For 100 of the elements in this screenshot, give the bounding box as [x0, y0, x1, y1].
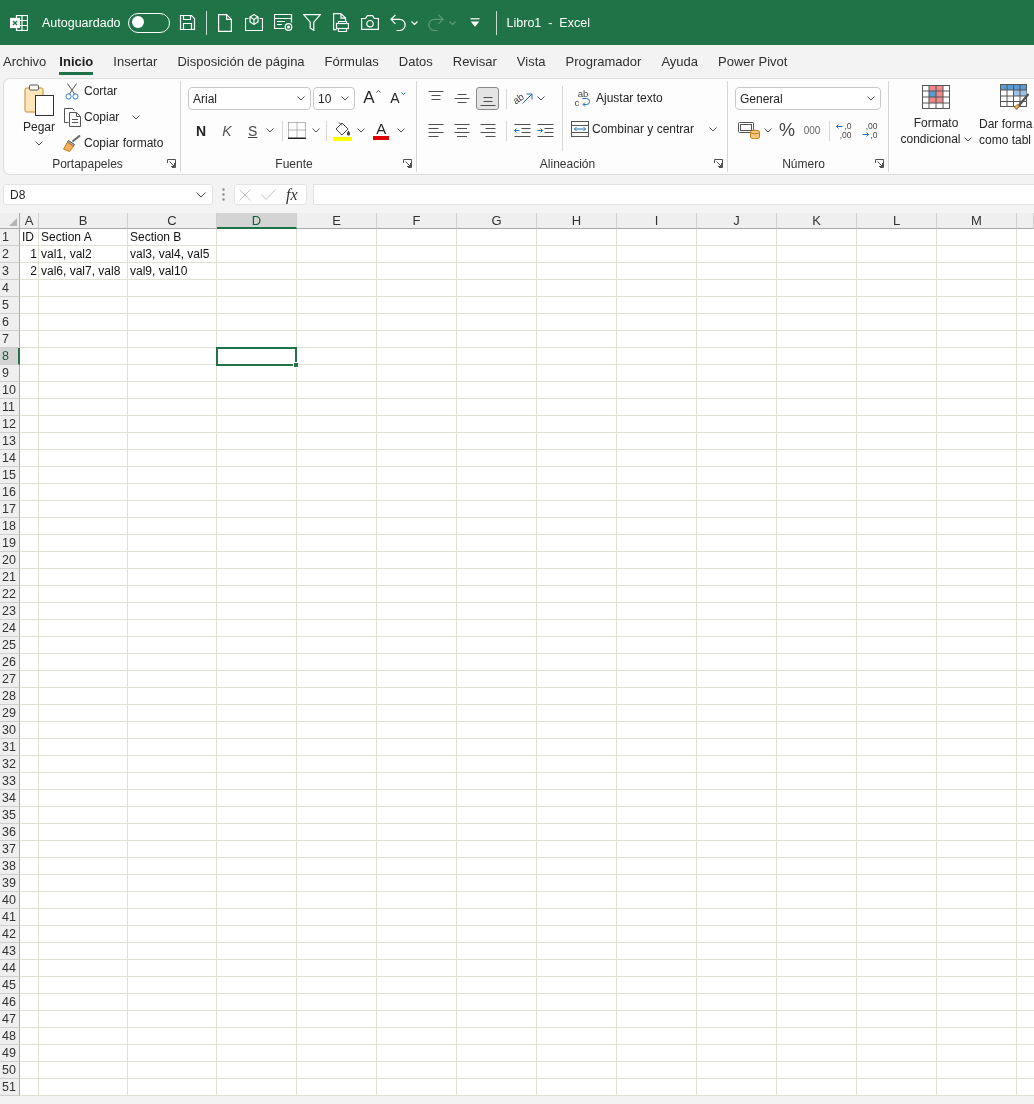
dialog-launcher-button[interactable]	[167, 159, 176, 168]
row-number[interactable]: 20	[0, 552, 20, 569]
column-header[interactable]: E	[297, 213, 377, 229]
dialog-launcher-button[interactable]	[714, 159, 723, 168]
grow-font-button[interactable]: A	[360, 87, 384, 110]
column-header[interactable]: K	[777, 213, 857, 229]
row-number[interactable]: 9	[0, 365, 20, 382]
row-number[interactable]: 8	[0, 348, 20, 365]
ribbon-tab[interactable]: Archivo	[3, 48, 47, 75]
font-size-field[interactable]: 10	[313, 87, 355, 110]
row-number[interactable]: 18	[0, 518, 20, 535]
row-number[interactable]: 6	[0, 314, 20, 331]
dialog-launcher-button[interactable]	[875, 159, 884, 168]
ribbon-tab[interactable]: Revisar	[452, 48, 497, 75]
row-number[interactable]: 41	[0, 909, 20, 926]
borders-button[interactable]	[287, 119, 323, 142]
row-number[interactable]: 30	[0, 722, 20, 739]
cut-button[interactable]: Cortar	[63, 81, 164, 101]
row-number[interactable]: 25	[0, 637, 20, 654]
column-header[interactable]: H	[537, 213, 617, 229]
column-header[interactable]: D	[217, 213, 297, 229]
row-number[interactable]: 11	[0, 399, 20, 416]
row-number[interactable]: 14	[0, 450, 20, 467]
row-number[interactable]: 10	[0, 382, 20, 399]
row-number[interactable]: 19	[0, 535, 20, 552]
row-number[interactable]: 36	[0, 824, 20, 841]
ribbon-tab[interactable]: Insertar	[113, 48, 158, 75]
shrink-font-button[interactable]: A	[386, 87, 410, 110]
thousands-separator-button[interactable]: 000	[799, 119, 825, 142]
row-number[interactable]: 29	[0, 705, 20, 722]
row-number[interactable]: 32	[0, 756, 20, 773]
ribbon-tab[interactable]: Inicio	[59, 48, 94, 75]
insert-function-button[interactable]: fx	[286, 186, 298, 203]
dialog-launcher-button[interactable]	[403, 159, 412, 168]
italic-button[interactable]: K	[214, 119, 240, 142]
row-number[interactable]: 50	[0, 1062, 20, 1079]
column-header[interactable]: G	[457, 213, 537, 229]
paste-button[interactable]: Pegar	[21, 81, 57, 155]
row-number[interactable]: 1	[0, 229, 20, 246]
row-number[interactable]: 7	[0, 331, 20, 348]
row-number[interactable]: 28	[0, 688, 20, 705]
underline-button[interactable]: S	[240, 119, 279, 142]
row-number[interactable]: 31	[0, 739, 20, 756]
ribbon-tab[interactable]: Ayuda	[661, 48, 698, 75]
row-number[interactable]: 34	[0, 790, 20, 807]
bold-button[interactable]: N	[188, 119, 214, 142]
column-header[interactable]: F	[377, 213, 457, 229]
align-bottom-button[interactable]	[476, 87, 499, 110]
ribbon-tab[interactable]: Disposición de página	[177, 48, 305, 75]
ribbon-tab[interactable]: Power Pivot	[718, 48, 788, 75]
orientation-button[interactable]: ab	[511, 87, 548, 110]
row-number[interactable]: 48	[0, 1028, 20, 1045]
ribbon-tab[interactable]: Vista	[516, 48, 546, 75]
row-number[interactable]: 13	[0, 433, 20, 450]
column-header[interactable]: B	[39, 213, 128, 229]
row-number[interactable]: 37	[0, 841, 20, 858]
row-number[interactable]: 16	[0, 484, 20, 501]
row-number[interactable]: 2	[0, 246, 20, 263]
row-number[interactable]: 44	[0, 960, 20, 977]
row-number[interactable]: 27	[0, 671, 20, 688]
row-number[interactable]: 33	[0, 773, 20, 790]
row-number[interactable]: 35	[0, 807, 20, 824]
font-color-button[interactable]: A	[369, 119, 406, 142]
column-header[interactable]: J	[697, 213, 777, 229]
number-format-field[interactable]: General	[735, 87, 881, 110]
format-painter-button[interactable]: Copiar formato	[63, 133, 164, 153]
row-number[interactable]: 40	[0, 892, 20, 909]
percent-button[interactable]: %	[775, 119, 799, 142]
decrease-decimal-button[interactable]: ,00 ,0	[857, 119, 883, 142]
column-header[interactable]: L	[857, 213, 937, 229]
row-number[interactable]: 17	[0, 501, 20, 518]
copy-button[interactable]: Copiar	[63, 107, 164, 127]
font-name-field[interactable]: Arial	[188, 87, 311, 110]
row-number[interactable]: 45	[0, 977, 20, 994]
increase-decimal-button[interactable]: ,0 ,00	[831, 119, 857, 142]
row-number[interactable]: 23	[0, 603, 20, 620]
column-header[interactable]: M	[937, 213, 1017, 229]
fill-handle[interactable]	[293, 362, 299, 368]
column-header[interactable]: A	[20, 213, 39, 229]
formula-input[interactable]	[313, 184, 1034, 205]
currency-button[interactable]	[735, 119, 772, 142]
row-number[interactable]: 5	[0, 297, 20, 314]
row-number[interactable]: 49	[0, 1045, 20, 1062]
row-number[interactable]: 15	[0, 467, 20, 484]
row-number[interactable]: 21	[0, 569, 20, 586]
column-header[interactable]: C	[128, 213, 217, 229]
row-number[interactable]: 12	[0, 416, 20, 433]
row-number[interactable]: 22	[0, 586, 20, 603]
row-number[interactable]: 4	[0, 280, 20, 297]
column-header[interactable]: I	[617, 213, 697, 229]
row-number[interactable]: 42	[0, 926, 20, 943]
ribbon-tab[interactable]: Fórmulas	[324, 48, 379, 75]
row-number[interactable]: 47	[0, 1011, 20, 1028]
ribbon-tab[interactable]: Programador	[565, 48, 642, 75]
row-number[interactable]: 3	[0, 263, 20, 280]
conditional-formatting-button[interactable]: Formato condicional	[899, 81, 973, 172]
row-number[interactable]: 38	[0, 858, 20, 875]
row-number[interactable]: 39	[0, 875, 20, 892]
name-box[interactable]: D8	[3, 184, 213, 205]
ribbon-tab[interactable]: Datos	[398, 48, 433, 75]
